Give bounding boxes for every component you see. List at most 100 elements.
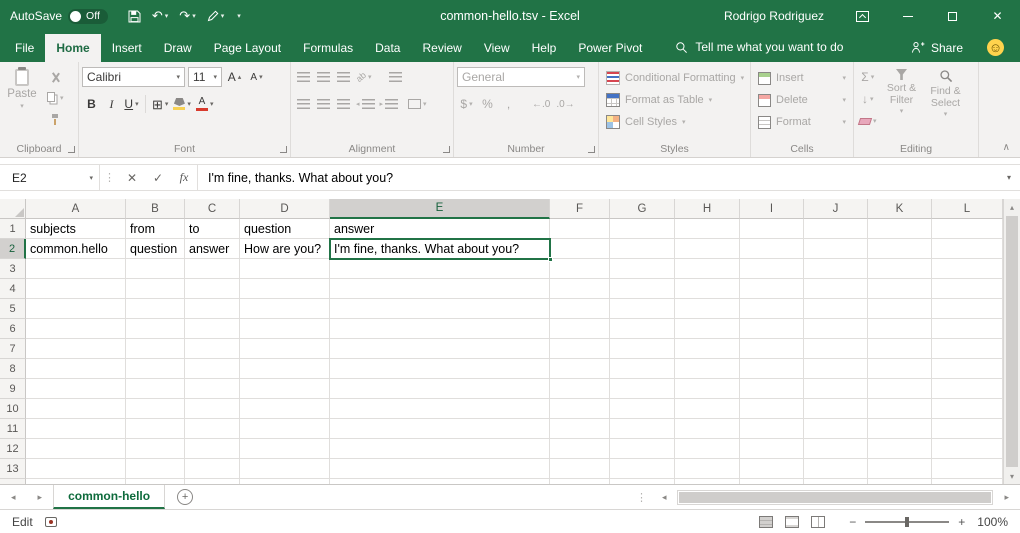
spreadsheet-grid[interactable]: ABCDEFGHIJKL 1subjectsfromtoquestionansw…	[0, 199, 1003, 484]
cell-I10[interactable]	[740, 399, 804, 419]
dialog-launcher-icon[interactable]	[280, 146, 287, 153]
cell-I12[interactable]	[740, 439, 804, 459]
cell-I7[interactable]	[740, 339, 804, 359]
insert-function-button[interactable]: fx	[171, 165, 197, 190]
cell-C10[interactable]	[185, 399, 240, 419]
save-button[interactable]	[124, 3, 145, 29]
cell-B5[interactable]	[126, 299, 185, 319]
increase-indent-button[interactable]: ▸	[378, 94, 401, 114]
cell-L4[interactable]	[932, 279, 1003, 299]
cell-J1[interactable]	[804, 219, 868, 239]
align-left-button[interactable]	[294, 94, 313, 114]
cell-I4[interactable]	[740, 279, 804, 299]
insert-cells-button[interactable]: Insert ▾	[754, 67, 850, 89]
cell-B10[interactable]	[126, 399, 185, 419]
cell-I9[interactable]	[740, 379, 804, 399]
inking-button[interactable]: ▾	[203, 3, 229, 29]
cell-J5[interactable]	[804, 299, 868, 319]
cell-E12[interactable]	[330, 439, 550, 459]
autosave-toggle[interactable]: AutoSave Off	[10, 9, 108, 24]
cell-K4[interactable]	[868, 279, 932, 299]
cell-H5[interactable]	[675, 299, 740, 319]
italic-button[interactable]: I	[102, 94, 121, 114]
row-header-9[interactable]: 9	[0, 379, 26, 399]
cell-G10[interactable]	[610, 399, 675, 419]
cell-K6[interactable]	[868, 319, 932, 339]
cell-B11[interactable]	[126, 419, 185, 439]
increase-decimal-button[interactable]: ←.0	[530, 94, 552, 114]
font-size-select[interactable]: 11 ▾	[188, 67, 222, 87]
vertical-scroll-thumb[interactable]	[1006, 216, 1018, 467]
cell-E3[interactable]	[330, 259, 550, 279]
redo-button[interactable]: ↷ ▾	[175, 3, 199, 29]
cell-D4[interactable]	[240, 279, 330, 299]
hscroll-right-button[interactable]: ▸	[993, 492, 1020, 503]
tab-draw[interactable]: Draw	[153, 34, 203, 62]
cell-D8[interactable]	[240, 359, 330, 379]
cell-F13[interactable]	[550, 459, 610, 479]
cell-F6[interactable]	[550, 319, 610, 339]
percent-style-button[interactable]: %	[478, 94, 497, 114]
column-header-F[interactable]: F	[550, 199, 610, 219]
cell-E11[interactable]	[330, 419, 550, 439]
page-layout-view-button[interactable]	[785, 516, 799, 528]
cell-C13[interactable]	[185, 459, 240, 479]
cell-G13[interactable]	[610, 459, 675, 479]
cell-H11[interactable]	[675, 419, 740, 439]
merge-center-button[interactable]: ▾	[406, 94, 429, 114]
page-break-view-button[interactable]	[811, 516, 825, 528]
cell-L9[interactable]	[932, 379, 1003, 399]
cell-A6[interactable]	[26, 319, 126, 339]
zoom-out-button[interactable]: −	[849, 515, 856, 529]
tab-view[interactable]: View	[473, 34, 521, 62]
cell-B4[interactable]	[126, 279, 185, 299]
cell-F7[interactable]	[550, 339, 610, 359]
cell-A3[interactable]	[26, 259, 126, 279]
cell-J13[interactable]	[804, 459, 868, 479]
cell-D12[interactable]	[240, 439, 330, 459]
cell-G7[interactable]	[610, 339, 675, 359]
cancel-button[interactable]: ✕	[119, 165, 145, 190]
cell-J3[interactable]	[804, 259, 868, 279]
cell-B3[interactable]	[126, 259, 185, 279]
column-header-B[interactable]: B	[126, 199, 185, 219]
cell-B12[interactable]	[126, 439, 185, 459]
cell-E4[interactable]	[330, 279, 550, 299]
cell-J7[interactable]	[804, 339, 868, 359]
cell-K9[interactable]	[868, 379, 932, 399]
underline-button[interactable]: U▾	[122, 94, 141, 114]
cell-K3[interactable]	[868, 259, 932, 279]
tab-home[interactable]: Home	[45, 34, 100, 62]
cell-G11[interactable]	[610, 419, 675, 439]
bold-button[interactable]: B	[82, 94, 101, 114]
cell-D10[interactable]	[240, 399, 330, 419]
decrease-indent-button[interactable]: ◂	[354, 94, 377, 114]
cell-D6[interactable]	[240, 319, 330, 339]
accounting-format-button[interactable]: $▾	[457, 94, 476, 114]
cell-D1[interactable]: question	[240, 219, 330, 239]
cell-G6[interactable]	[610, 319, 675, 339]
undo-button[interactable]: ↶ ▾	[148, 3, 172, 29]
new-sheet-button[interactable]: +	[177, 489, 193, 505]
cell-K2[interactable]	[868, 239, 932, 259]
cell-E13[interactable]	[330, 459, 550, 479]
cell-B1[interactable]: from	[126, 219, 185, 239]
cell-B13[interactable]	[126, 459, 185, 479]
cell-H12[interactable]	[675, 439, 740, 459]
column-header-J[interactable]: J	[804, 199, 868, 219]
cell-E7[interactable]	[330, 339, 550, 359]
decrease-decimal-button[interactable]: .0→	[554, 94, 576, 114]
cell-E6[interactable]	[330, 319, 550, 339]
minimize-button[interactable]	[885, 0, 930, 32]
cell-A11[interactable]	[26, 419, 126, 439]
row-header-3[interactable]: 3	[0, 259, 26, 279]
cell-D9[interactable]	[240, 379, 330, 399]
tab-scroll-divider[interactable]: ⋮	[632, 491, 651, 504]
share-button[interactable]: Share	[911, 41, 963, 55]
column-header-I[interactable]: I	[740, 199, 804, 219]
column-header-E[interactable]: E	[330, 199, 550, 219]
column-header-C[interactable]: C	[185, 199, 240, 219]
row-header-10[interactable]: 10	[0, 399, 26, 419]
align-right-button[interactable]	[334, 94, 353, 114]
number-format-select[interactable]: General ▾	[457, 67, 585, 87]
